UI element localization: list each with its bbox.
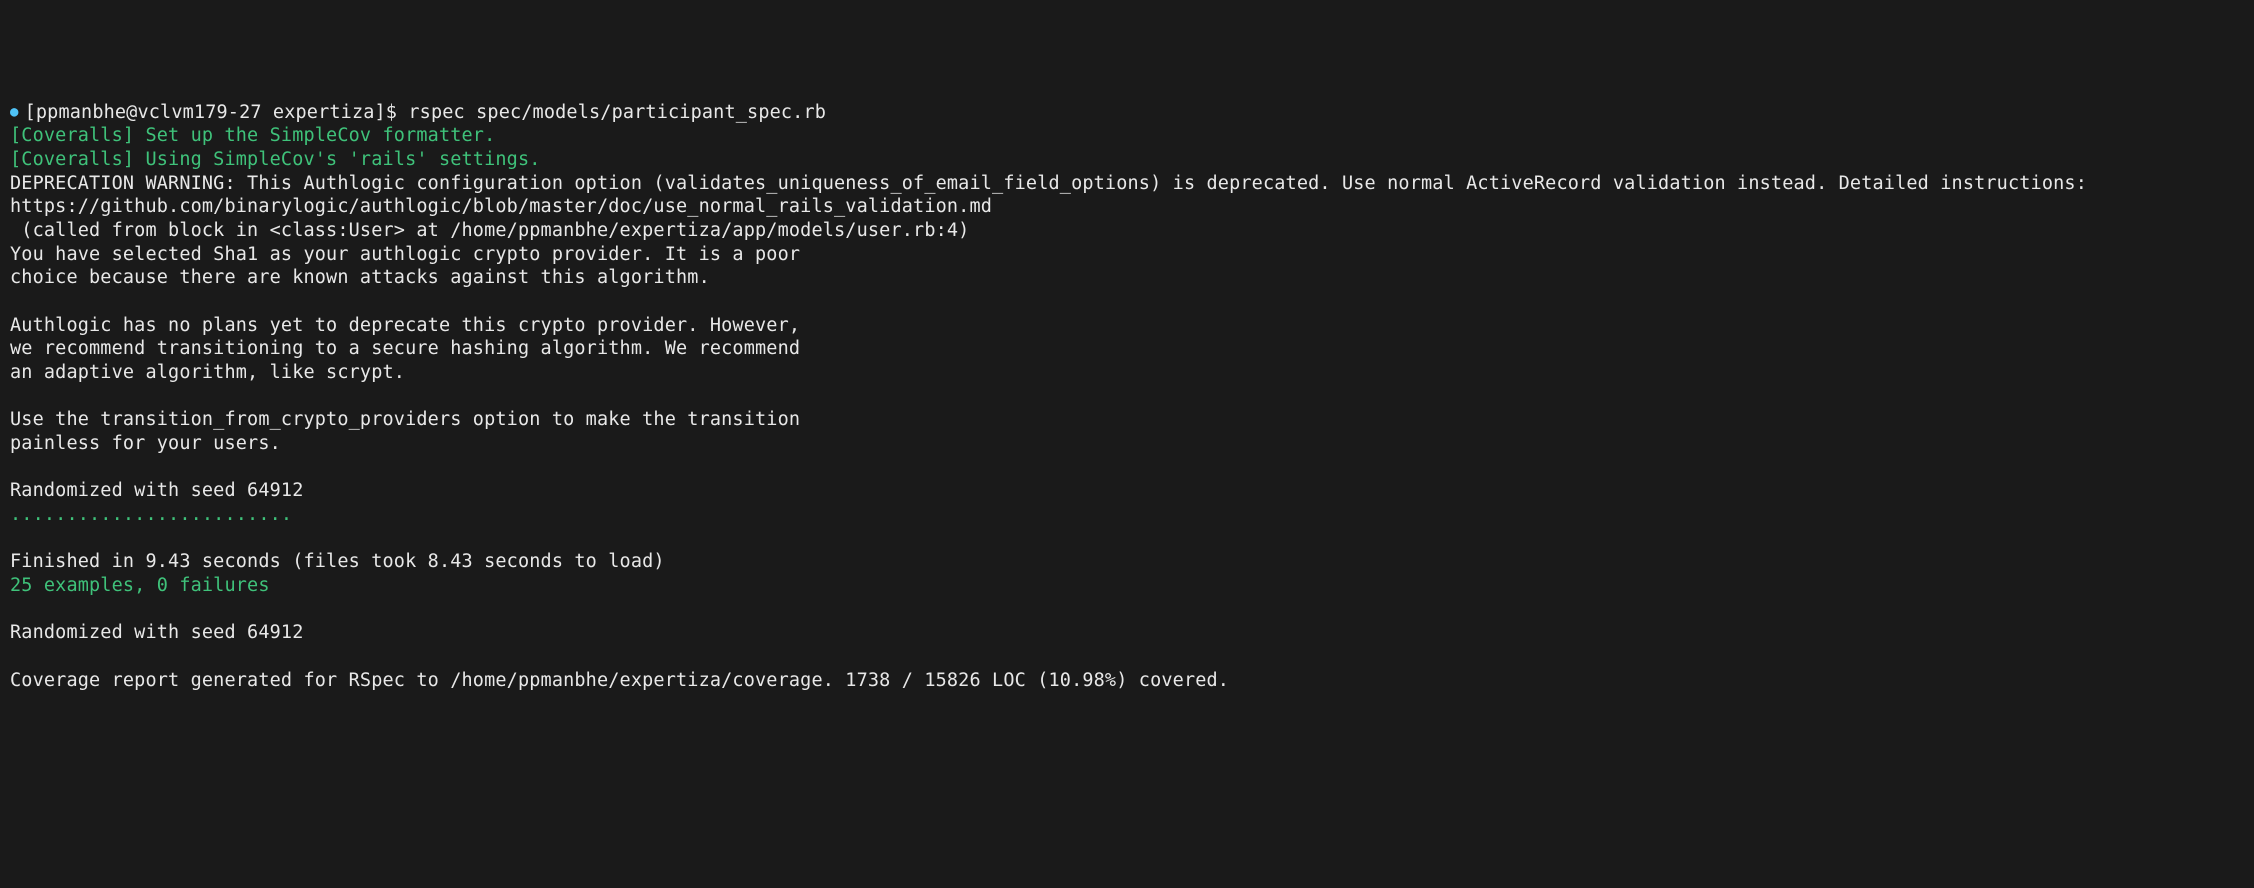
- terminal-line: 25 examples, 0 failures: [10, 574, 2244, 598]
- terminal-line: Randomized with seed 64912: [10, 479, 2244, 503]
- terminal-line: [10, 527, 2244, 551]
- terminal-line: DEPRECATION WARNING: This Authlogic conf…: [10, 172, 2244, 196]
- terminal-line: You have selected Sha1 as your authlogic…: [10, 243, 2244, 267]
- shell-prompt: [ppmanbhe@vclvm179-27 expertiza]$: [25, 102, 409, 123]
- terminal-line: (called from block in <class:User> at /h…: [10, 219, 2244, 243]
- terminal-line: Finished in 9.43 seconds (files took 8.4…: [10, 550, 2244, 574]
- terminal-line: painless for your users.: [10, 432, 2244, 456]
- terminal-line: Coverage report generated for RSpec to /…: [10, 669, 2244, 693]
- terminal-line: we recommend transitioning to a secure h…: [10, 337, 2244, 361]
- terminal-line: [10, 290, 2244, 314]
- terminal-line: choice because there are known attacks a…: [10, 266, 2244, 290]
- prompt-bullet-icon: ●: [10, 104, 19, 122]
- terminal-line: an adaptive algorithm, like scrypt.: [10, 361, 2244, 385]
- command-text: rspec spec/models/participant_spec.rb: [408, 102, 826, 123]
- terminal-line: [Coveralls] Set up the SimpleCov formatt…: [10, 124, 2244, 148]
- terminal-line: [10, 645, 2244, 669]
- terminal-line: Authlogic has no plans yet to deprecate …: [10, 314, 2244, 338]
- terminal-line: Use the transition_from_crypto_providers…: [10, 408, 2244, 432]
- terminal-line: [10, 598, 2244, 622]
- terminal-line: Randomized with seed 64912: [10, 621, 2244, 645]
- terminal-line: .........................: [10, 503, 2244, 527]
- terminal-output[interactable]: ● [ppmanbhe@vclvm179-27 expertiza]$ rspec…: [10, 101, 2244, 693]
- terminal-line: [10, 385, 2244, 409]
- terminal-line: https://github.com/binarylogic/authlogic…: [10, 195, 2244, 219]
- terminal-line: [10, 456, 2244, 480]
- terminal-line: [Coveralls] Using SimpleCov's 'rails' se…: [10, 148, 2244, 172]
